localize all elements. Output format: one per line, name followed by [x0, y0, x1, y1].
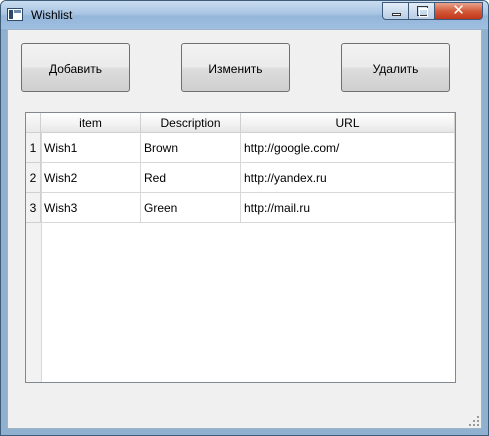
cell-description[interactable]: Green — [141, 193, 241, 223]
maximize-icon — [417, 6, 428, 17]
row-number[interactable]: 2 — [26, 163, 41, 193]
maximize-button[interactable] — [408, 2, 435, 20]
cell-url[interactable]: http://mail.ru — [241, 193, 455, 223]
cell-description[interactable]: Red — [141, 163, 241, 193]
main-panel: Добавить Изменить Удалить item Descripti… — [7, 29, 482, 429]
table-row[interactable]: 3 Wish3 Green http://mail.ru — [26, 193, 455, 223]
cell-item[interactable]: Wish2 — [41, 163, 141, 193]
close-button[interactable]: ✕ — [434, 1, 483, 20]
add-button[interactable]: Добавить — [21, 43, 130, 92]
cell-url[interactable]: http://google.com/ — [241, 133, 455, 163]
wishlist-table[interactable]: item Description URL 1 Wish1 Brown http:… — [25, 112, 456, 383]
minimize-icon — [392, 13, 401, 16]
close-icon: ✕ — [452, 1, 465, 19]
app-window: Wishlist ✕ Добавить Изменить Удалить ite… — [0, 0, 489, 436]
table-row[interactable]: 1 Wish1 Brown http://google.com/ — [26, 133, 455, 163]
title-bar[interactable]: Wishlist ✕ — [1, 1, 488, 29]
column-header-item[interactable]: item — [41, 113, 141, 133]
table-corner-button[interactable] — [26, 113, 41, 133]
column-header-url[interactable]: URL — [241, 113, 455, 133]
minimize-button[interactable] — [382, 2, 409, 20]
resize-grip-icon[interactable] — [469, 416, 479, 426]
cell-url[interactable]: http://yandex.ru — [241, 163, 455, 193]
row-number[interactable]: 3 — [26, 193, 41, 223]
delete-button[interactable]: Удалить — [341, 43, 450, 92]
app-window-icon[interactable] — [7, 8, 23, 21]
cell-item[interactable]: Wish1 — [41, 133, 141, 163]
cell-description[interactable]: Brown — [141, 133, 241, 163]
edit-button[interactable]: Изменить — [181, 43, 290, 92]
window-title: Wishlist — [31, 8, 73, 22]
row-number[interactable]: 1 — [26, 133, 41, 163]
column-header-description[interactable]: Description — [141, 113, 241, 133]
table-row[interactable]: 2 Wish2 Red http://yandex.ru — [26, 163, 455, 193]
cell-item[interactable]: Wish3 — [41, 193, 141, 223]
